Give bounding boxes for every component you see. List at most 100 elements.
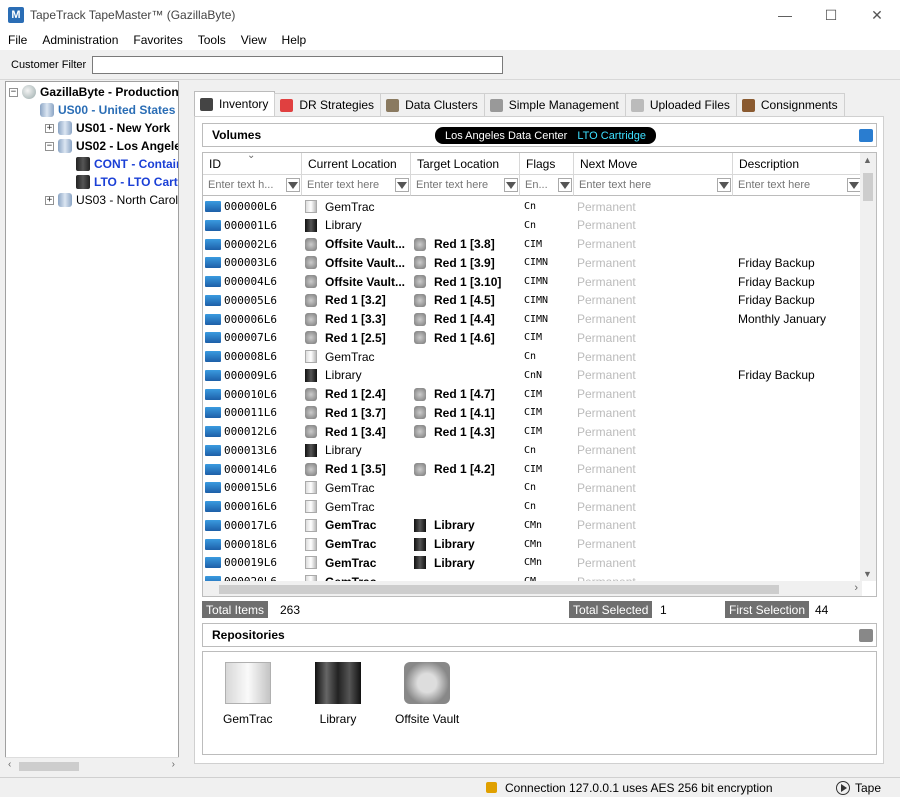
- scroll-left-icon[interactable]: ‹: [8, 759, 11, 770]
- menu-favorites[interactable]: Favorites: [125, 33, 189, 47]
- filter-funnel-icon[interactable]: [847, 178, 861, 192]
- total-selected-value: 1: [660, 602, 667, 617]
- totals-bar: Total Items 263 Total Selected 1 First S…: [202, 601, 877, 618]
- tree-node[interactable]: − GazillaByte - Production: [9, 83, 178, 101]
- volumes-view-icon[interactable]: [859, 129, 873, 142]
- tree-node[interactable]: CONT - Container: [63, 155, 178, 173]
- lock-icon: [486, 782, 497, 793]
- id-cell: 000006L6: [205, 310, 301, 329]
- tape-icon: [205, 219, 221, 231]
- grid-horizontal-scrollbar[interactable]: ›: [203, 581, 862, 596]
- gemtrac-icon: [305, 537, 317, 551]
- menu-administration[interactable]: Administration: [34, 33, 125, 47]
- vault-icon: [305, 387, 317, 401]
- tab-dr-strategies[interactable]: DR Strategies: [274, 93, 382, 116]
- tree-node[interactable]: − US02 - Los Angeles: [45, 137, 178, 155]
- collapse-icon[interactable]: −: [9, 87, 18, 97]
- menu-help[interactable]: Help: [274, 33, 314, 47]
- grid-hscroll-thumb[interactable]: [219, 585, 779, 594]
- filter-funnel-icon[interactable]: [558, 178, 572, 192]
- filter-funnel-icon[interactable]: [395, 178, 409, 192]
- repository-item[interactable]: Offsite Vault: [395, 662, 459, 726]
- tree-scroll-thumb[interactable]: [19, 762, 79, 771]
- table-row[interactable]: 000014L6 Red 1 [3.5] Red 1 [4.2] CIM Permane…: [203, 460, 863, 479]
- tree-node[interactable]: + US01 - New York: [45, 119, 170, 137]
- menu-tools[interactable]: Tools: [190, 33, 233, 47]
- tape-button[interactable]: Tape: [836, 779, 881, 797]
- table-row[interactable]: 000005L6 Red 1 [3.2] Red 1 [4.5] CIMN Perman…: [203, 291, 863, 310]
- table-row[interactable]: 000012L6 Red 1 [3.4] Red 1 [4.3] CIM Permane…: [203, 422, 863, 441]
- tree-node[interactable]: + US03 - North Carolina: [45, 191, 178, 209]
- repositories-view-icon[interactable]: [859, 629, 873, 642]
- close-button[interactable]: ✕: [854, 0, 900, 30]
- table-row[interactable]: 000002L6 Offsite Vault... Red 1 [3.8] CIM Pe…: [203, 235, 863, 254]
- table-row[interactable]: 000018L6 GemTrac Library CMn Permanent: [203, 535, 863, 554]
- table-row[interactable]: 000013L6 Library Cn Permanent: [203, 441, 863, 460]
- table-row[interactable]: 000000L6 GemTrac Cn Permanent: [203, 197, 863, 216]
- menu-view[interactable]: View: [233, 33, 274, 47]
- tree-horizontal-scrollbar[interactable]: ‹ ›: [5, 757, 179, 775]
- scroll-right-icon[interactable]: ›: [172, 759, 175, 770]
- column-header[interactable]: Target Location: [411, 153, 520, 175]
- id-cell: 000002L6: [205, 235, 301, 254]
- table-row[interactable]: 000007L6 Red 1 [2.5] Red 1 [4.6] CIM Permane…: [203, 328, 863, 347]
- table-row[interactable]: 000017L6 GemTrac Library CMn Permanent: [203, 516, 863, 535]
- tab-consignments[interactable]: Consignments: [735, 93, 845, 116]
- table-row[interactable]: 000001L6 Library Cn Permanent: [203, 216, 863, 235]
- tab-simple-management[interactable]: Simple Management: [483, 93, 626, 116]
- next-move-cell: Permanent: [577, 462, 636, 476]
- column-filter-input[interactable]: [203, 175, 284, 195]
- scroll-down-icon[interactable]: ▼: [863, 569, 872, 579]
- grid-vscroll-thumb[interactable]: [863, 173, 873, 201]
- collapse-icon[interactable]: −: [45, 141, 54, 151]
- repository-item[interactable]: Library: [315, 662, 361, 726]
- pane-splitter[interactable]: [180, 81, 188, 776]
- customer-filter-input[interactable]: [92, 56, 503, 74]
- column-header[interactable]: Next Move: [574, 153, 733, 175]
- grid-vertical-scrollbar[interactable]: ▲ ▼: [860, 153, 876, 581]
- id-cell: 000003L6: [205, 253, 301, 272]
- table-row[interactable]: 000006L6 Red 1 [3.3] Red 1 [4.4] CIMN Perman…: [203, 310, 863, 329]
- table-row[interactable]: 000004L6 Offsite Vault... Red 1 [3.10] CIMN…: [203, 272, 863, 291]
- table-row[interactable]: 000015L6 GemTrac Cn Permanent: [203, 478, 863, 497]
- column-filter-input[interactable]: [520, 175, 556, 195]
- column-filter-input[interactable]: [411, 175, 502, 195]
- tab-inventory[interactable]: Inventory: [194, 91, 276, 116]
- expand-icon[interactable]: +: [45, 195, 54, 205]
- table-row[interactable]: 000020L6GemTrac CM Permanent: [203, 572, 863, 581]
- table-row[interactable]: 000010L6 Red 1 [2.4] Red 1 [4.7] CIM Permane…: [203, 385, 863, 404]
- column-filter-input[interactable]: [733, 175, 845, 195]
- expand-icon[interactable]: +: [45, 123, 54, 133]
- minimize-button[interactable]: —: [762, 0, 808, 30]
- scroll-up-icon[interactable]: ▲: [863, 155, 872, 165]
- customer-tree[interactable]: − GazillaByte - Production US00 - United S…: [5, 81, 179, 775]
- tab-uploaded-files[interactable]: Uploaded Files: [624, 93, 737, 116]
- filter-funnel-icon[interactable]: [717, 178, 731, 192]
- column-filter: [574, 175, 733, 196]
- scroll-right-icon[interactable]: ›: [854, 582, 858, 594]
- column-header[interactable]: Flags: [520, 153, 574, 175]
- table-row[interactable]: 000008L6 GemTrac Cn Permanent: [203, 347, 863, 366]
- column-header[interactable]: Current Location: [302, 153, 411, 175]
- table-row[interactable]: 000016L6 GemTrac Cn Permanent: [203, 497, 863, 516]
- flags-cell: CIMN: [524, 257, 549, 269]
- filter-funnel-icon[interactable]: [286, 178, 300, 192]
- tree-node[interactable]: LTO - LTO Cartridge: [63, 173, 178, 191]
- tab-data-clusters[interactable]: Data Clusters: [380, 93, 485, 116]
- table-row[interactable]: 000019L6 GemTrac Library CMn Permanent: [203, 553, 863, 572]
- column-filter-input[interactable]: [302, 175, 393, 195]
- filter-funnel-icon[interactable]: [504, 178, 518, 192]
- column-filter-input[interactable]: [574, 175, 715, 195]
- description-cell: [733, 478, 863, 497]
- repository-item[interactable]: GemTrac: [223, 662, 273, 726]
- table-row[interactable]: 000011L6 Red 1 [3.7] Red 1 [4.1] CIM Permane…: [203, 403, 863, 422]
- description-cell: [733, 347, 863, 366]
- table-row[interactable]: 000009L6 Library CnN Permanent Friday Backup: [203, 366, 863, 385]
- maximize-button[interactable]: ☐: [808, 0, 854, 30]
- tree-node[interactable]: US00 - United States: [27, 101, 175, 119]
- menu-file[interactable]: File: [0, 33, 34, 47]
- target-location-cell-text: Red 1 [3.8]: [434, 237, 495, 251]
- current-location-cell-text: GemTrac: [325, 199, 375, 214]
- table-row[interactable]: 000003L6 Offsite Vault... Red 1 [3.9] CIMN P…: [203, 253, 863, 272]
- column-header[interactable]: Description: [733, 153, 863, 175]
